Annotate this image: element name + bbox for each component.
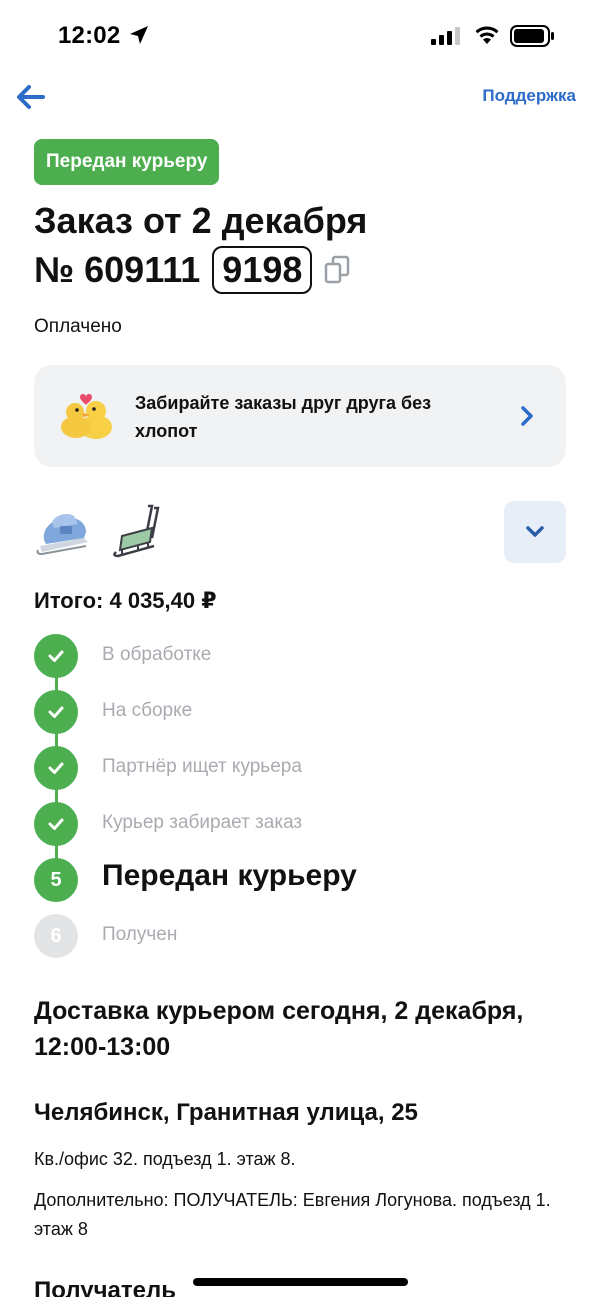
step-check-circle (34, 690, 78, 734)
checkmark-icon (48, 762, 64, 774)
order-total: Итого: 4 035,40 ₽ (34, 588, 217, 613)
progress-step: Курьер забирает заказ (34, 801, 574, 857)
address-extra-info: Дополнительно: ПОЛУЧАТЕЛЬ: Евгения Логун… (34, 1190, 551, 1239)
wifi-icon (475, 26, 499, 44)
step-number-circle: 6 (34, 914, 78, 958)
status-badge: Передан курьеру (34, 139, 220, 185)
copy-icon[interactable] (324, 255, 350, 285)
home-indicator (193, 1278, 408, 1286)
ducks-emoji-icon (61, 394, 112, 439)
order-title: Заказ от 2 декабря (34, 200, 368, 241)
chevron-right-icon (521, 406, 533, 426)
checkmark-icon (48, 706, 64, 718)
step-check-circle (34, 634, 78, 678)
progress-step: Партнёр ищет курьера (34, 745, 574, 801)
battery-icon (510, 25, 554, 47)
step-label: Получен (102, 924, 178, 945)
order-number-suffix: 9198 (212, 246, 313, 294)
recipient-heading: Получатель (34, 1277, 176, 1297)
status-time: 12:02 (58, 22, 121, 49)
payment-status: Оплачено (34, 316, 122, 337)
progress-step: На сборке (34, 689, 574, 745)
order-number: № 609111 (34, 249, 201, 290)
delivery-title: Доставка курьером сегодня, 2 декабря, 12… (34, 997, 524, 1061)
address-details: Кв./офис 32. подъезд 1. этаж 8. (34, 1149, 296, 1169)
expand-products-button[interactable] (504, 501, 566, 563)
step-label: В обработке (102, 644, 212, 665)
progress-step-future: 6 Получен (34, 913, 574, 969)
cellular-signal-icon (431, 27, 460, 45)
chevron-down-icon (526, 526, 544, 537)
step-label: На сборке (102, 700, 193, 721)
step-label: Партнёр ищет курьера (102, 756, 302, 777)
location-arrow-icon (130, 26, 148, 44)
delivery-address: Челябинск, Гранитная улица, 25 (34, 1099, 418, 1126)
step-label: Курьер забирает заказ (102, 812, 303, 833)
status-bar: 12:02 (0, 0, 600, 70)
step-check-circle (34, 746, 78, 790)
order-number-row: № 609111 9198 (34, 244, 350, 296)
checkmark-icon (48, 818, 64, 830)
order-progress-steps: В обработке На сборке Партнёр ищет курье… (34, 633, 574, 969)
product-thumbnail-sled-frame[interactable] (108, 502, 168, 562)
progress-step: В обработке (34, 633, 574, 689)
product-thumbnail-sled-seat[interactable] (34, 502, 94, 562)
progress-step-current: 5 Передан курьеру (34, 857, 574, 913)
support-link[interactable]: Поддержка (482, 86, 576, 106)
promo-banner[interactable]: Забирайте заказы друг друга без хлопот (34, 365, 566, 467)
step-label-current: Передан курьеру (102, 859, 357, 892)
back-arrow-icon[interactable] (14, 80, 48, 114)
step-check-circle (34, 802, 78, 846)
checkmark-icon (48, 650, 64, 662)
step-number-circle: 5 (34, 858, 78, 902)
promo-text: Забирайте заказы друг друга без хлопот (135, 393, 432, 441)
